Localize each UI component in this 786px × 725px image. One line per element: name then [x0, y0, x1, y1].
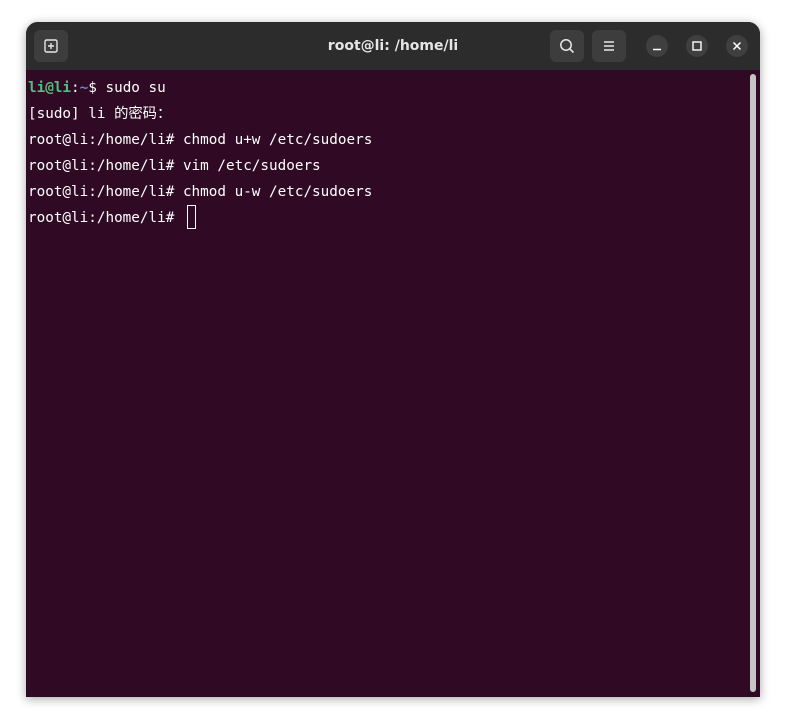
hamburger-menu-icon	[604, 41, 614, 51]
search-button[interactable]	[550, 30, 584, 62]
text-cursor	[186, 204, 196, 229]
minimize-button[interactable]	[646, 35, 668, 57]
prompt-colon: :	[71, 80, 80, 96]
command-text: vim /etc/sudoers	[182, 158, 321, 174]
sudo-password-prompt: [sudo] li 的密码：	[28, 106, 172, 122]
root-prompt: root@li:/home/li#	[28, 184, 183, 200]
close-icon	[732, 41, 742, 51]
terminal-line: li@li:~$ sudo su	[28, 75, 372, 101]
terminal-line: root@li:/home/li#	[28, 204, 372, 231]
path-prompt: ~	[79, 80, 89, 96]
terminal-line: root@li:/home/li# chmod u+w /etc/sudoers	[28, 127, 372, 153]
command-text: chmod u+w /etc/sudoers	[182, 132, 373, 148]
terminal-line: root@li:/home/li# vim /etc/sudoers	[28, 153, 372, 179]
terminal-lines: li@li:~$ sudo su [sudo] li 的密码： root@li:…	[28, 75, 372, 231]
terminal-line: root@li:/home/li# chmod u-w /etc/sudoers	[28, 179, 372, 205]
maximize-button[interactable]	[686, 35, 708, 57]
maximize-icon	[692, 41, 702, 51]
menu-button[interactable]	[592, 30, 626, 62]
terminal-window: root@li: /home/li li@li:~$ sudo su [sudo…	[26, 22, 760, 697]
command-text: sudo su	[105, 80, 166, 96]
terminal-output[interactable]: li@li:~$ sudo su [sudo] li 的密码： root@li:…	[26, 70, 760, 697]
close-button[interactable]	[726, 35, 748, 57]
command-text: chmod u-w /etc/sudoers	[182, 184, 373, 200]
prompt-char: $	[88, 80, 106, 96]
scrollbar[interactable]	[750, 74, 756, 692]
minimize-icon	[653, 48, 661, 51]
root-prompt: root@li:/home/li#	[28, 132, 183, 148]
root-prompt: root@li:/home/li#	[28, 210, 183, 226]
root-prompt: root@li:/home/li#	[28, 158, 183, 174]
user-prompt: li@li	[28, 80, 72, 96]
terminal-line: [sudo] li 的密码：	[28, 101, 372, 127]
title-bar[interactable]: root@li: /home/li	[26, 22, 760, 70]
search-icon	[560, 39, 574, 53]
